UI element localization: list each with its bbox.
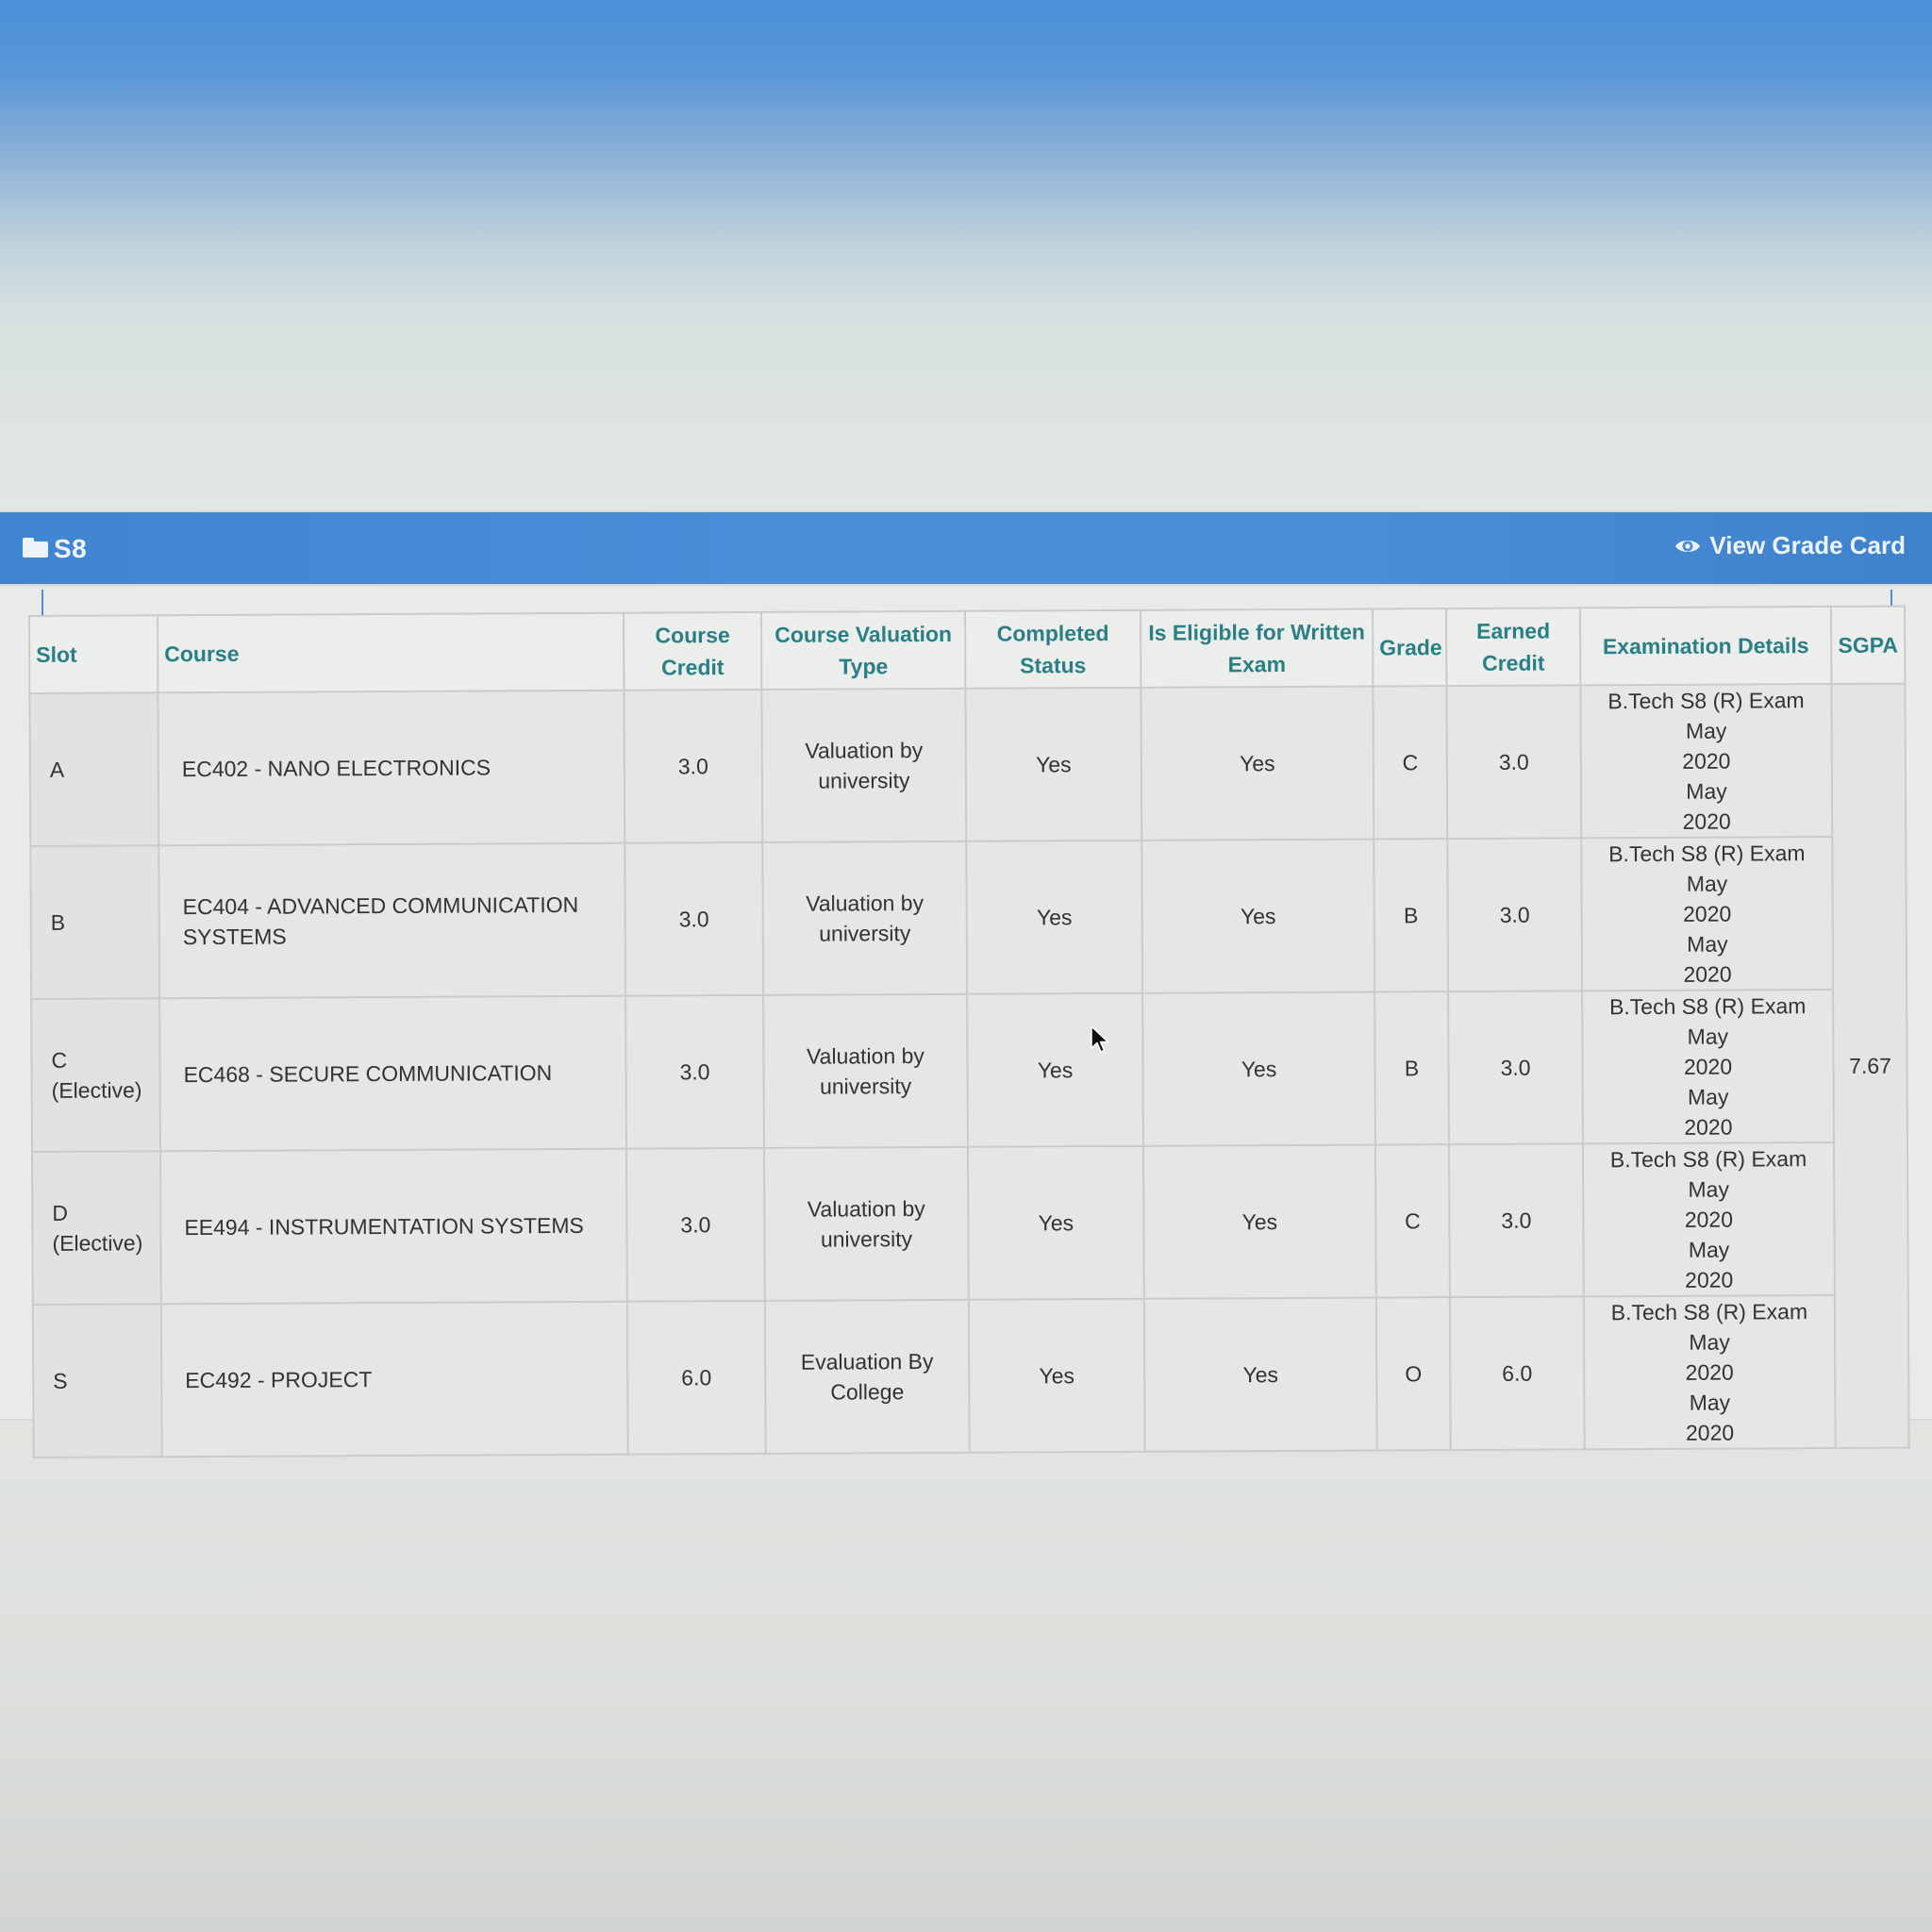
valuation-cell: Evaluation By College bbox=[764, 1299, 970, 1454]
header-valuation-type: Course Valuation Type bbox=[760, 610, 966, 690]
exam-details-cell: B.Tech S8 (R) Exam May 2020 May 2020 bbox=[1582, 989, 1834, 1144]
grade-cell: B bbox=[1374, 991, 1449, 1145]
eligible-cell: Yes bbox=[1142, 1144, 1376, 1299]
eligible-cell: Yes bbox=[1142, 991, 1375, 1146]
completed-cell: Yes bbox=[968, 1298, 1145, 1453]
panel-header: S8 View Grade Card bbox=[0, 512, 1932, 584]
grade-cell: O bbox=[1375, 1297, 1451, 1451]
course-cell: EC468 - SECURE COMMUNICATION bbox=[159, 995, 626, 1152]
exam-details-cell: B.Tech S8 (R) Exam May 2020 May 2020 bbox=[1582, 1141, 1835, 1297]
slot-cell: S bbox=[32, 1304, 162, 1457]
header-sgpa: SGPA bbox=[1830, 606, 1906, 684]
eligible-cell: Yes bbox=[1143, 1297, 1377, 1452]
eligible-cell: Yes bbox=[1141, 839, 1375, 993]
header-grade: Grade bbox=[1372, 608, 1447, 687]
table-row: D (Elective) EE494 - INSTRUMENTATION SYST… bbox=[31, 1141, 1908, 1305]
credit-cell: 3.0 bbox=[625, 841, 764, 996]
table-row: A EC402 - NANO ELECTRONICS 3.0 Valuation… bbox=[29, 683, 1909, 1448]
completed-cell: Yes bbox=[966, 840, 1143, 994]
table-header-row: Slot Course Course Credit Course Valuati… bbox=[29, 606, 1906, 693]
course-cell: EC404 - ADVANCED COMMUNICATION SYSTEMS bbox=[158, 842, 626, 999]
slot-cell: C (Elective) bbox=[31, 998, 160, 1152]
valuation-cell: Valuation by university bbox=[762, 841, 968, 995]
table-row: C (Elective) EC468 - SECURE COMMUNICATION… bbox=[31, 989, 1907, 1152]
earned-credit-cell: 6.0 bbox=[1449, 1296, 1585, 1451]
slot-cell: B bbox=[30, 845, 160, 999]
header-earned-credit: Earned Credit bbox=[1445, 608, 1581, 687]
header-course: Course bbox=[158, 612, 625, 693]
course-cell: EC402 - NANO ELECTRONICS bbox=[158, 690, 625, 846]
grades-table: Slot Course Course Credit Course Valuati… bbox=[28, 606, 1910, 1458]
valuation-cell: Valuation by university bbox=[763, 993, 968, 1148]
panel-title: S8 bbox=[54, 534, 88, 563]
exam-details-cell: B.Tech S8 (R) Exam May 2020 May 2020 bbox=[1580, 683, 1833, 839]
header-course-credit: Course Credit bbox=[623, 611, 762, 691]
grade-cell: C bbox=[1373, 686, 1448, 840]
header-completed-status: Completed Status bbox=[964, 609, 1141, 689]
earned-credit-cell: 3.0 bbox=[1448, 1143, 1584, 1298]
credit-cell: 3.0 bbox=[625, 994, 764, 1149]
valuation-cell: Valuation by university bbox=[763, 1146, 969, 1301]
exam-details-cell: B.Tech S8 (R) Exam May 2020 May 2020 bbox=[1583, 1294, 1836, 1450]
completed-cell: Yes bbox=[967, 992, 1143, 1147]
slot-cell: A bbox=[29, 692, 159, 846]
mouse-cursor-icon bbox=[1091, 1025, 1109, 1053]
folder-icon bbox=[23, 538, 48, 558]
grade-cell: C bbox=[1374, 1144, 1450, 1298]
earned-credit-cell: 3.0 bbox=[1446, 685, 1582, 840]
course-cell: EC492 - PROJECT bbox=[160, 1301, 628, 1457]
grade-cell: B bbox=[1374, 839, 1449, 992]
eligible-cell: Yes bbox=[1141, 686, 1374, 841]
view-grade-card-link[interactable]: View Grade Card bbox=[1674, 531, 1906, 560]
header-slot: Slot bbox=[29, 615, 158, 693]
exam-details-cell: B.Tech S8 (R) Exam May 2020 May 2020 bbox=[1581, 836, 1834, 991]
earned-credit-cell: 3.0 bbox=[1447, 838, 1583, 992]
course-cell: EE494 - INSTRUMENTATION SYSTEMS bbox=[159, 1148, 627, 1305]
valuation-cell: Valuation by university bbox=[761, 688, 967, 842]
credit-cell: 3.0 bbox=[624, 689, 763, 843]
credit-cell: 3.0 bbox=[625, 1147, 765, 1302]
slot-cell: D (Elective) bbox=[31, 1151, 161, 1305]
view-grade-card-label: View Grade Card bbox=[1709, 531, 1906, 559]
earned-credit-cell: 3.0 bbox=[1448, 991, 1583, 1145]
completed-cell: Yes bbox=[967, 1145, 1144, 1300]
sgpa-cell: 7.67 bbox=[1831, 683, 1909, 1448]
eye-icon bbox=[1675, 540, 1701, 552]
header-exam-details: Examination Details bbox=[1579, 606, 1832, 686]
table-row: B EC404 - ADVANCED COMMUNICATION SYSTEMS… bbox=[30, 836, 1907, 999]
completed-cell: Yes bbox=[965, 687, 1142, 841]
credit-cell: 6.0 bbox=[626, 1300, 766, 1455]
table-row: S EC492 - PROJECT 6.0 Evaluation By Colle… bbox=[32, 1294, 1909, 1457]
header-eligible: Is Eligible for Written Exam bbox=[1140, 608, 1374, 688]
